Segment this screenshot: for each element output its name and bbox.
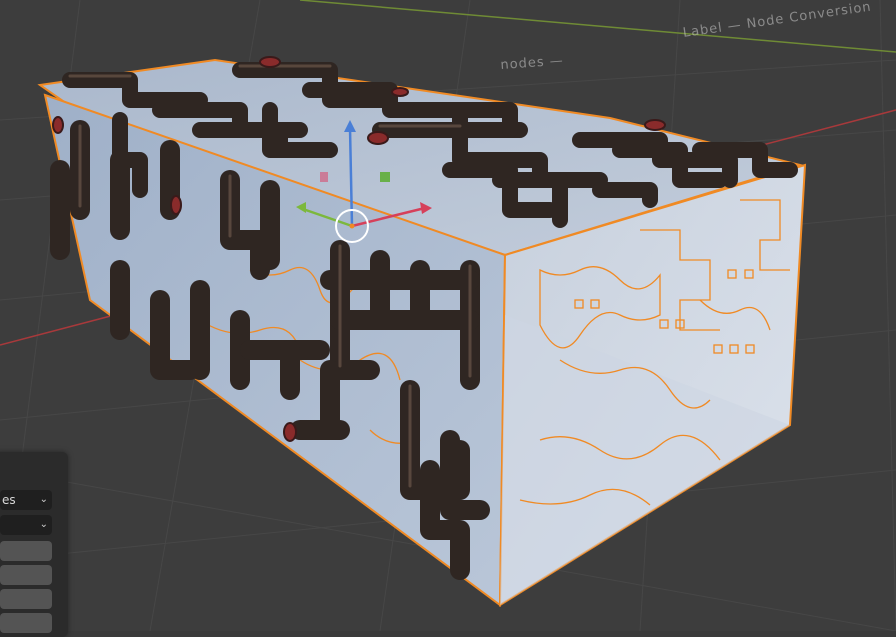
scene-canvas[interactable] bbox=[0, 0, 896, 631]
panel-button-2[interactable] bbox=[0, 565, 52, 585]
panel-button-1[interactable] bbox=[0, 541, 52, 561]
chevron-down-icon: ⌄ bbox=[39, 519, 48, 530]
mode-dropdown[interactable]: es ⌄ bbox=[0, 490, 52, 510]
operator-panel: es ⌄ ⌄ bbox=[0, 452, 68, 637]
panel-button-3[interactable] bbox=[0, 589, 52, 609]
mode-dropdown-value: es bbox=[2, 493, 16, 507]
secondary-dropdown[interactable]: ⌄ bbox=[0, 515, 52, 535]
chevron-down-icon: ⌄ bbox=[39, 494, 48, 505]
panel-button-4[interactable] bbox=[0, 613, 52, 633]
box-mesh[interactable] bbox=[37, 56, 807, 607]
3d-viewport[interactable]: Label — Node Conversion nodes — bbox=[0, 0, 896, 631]
